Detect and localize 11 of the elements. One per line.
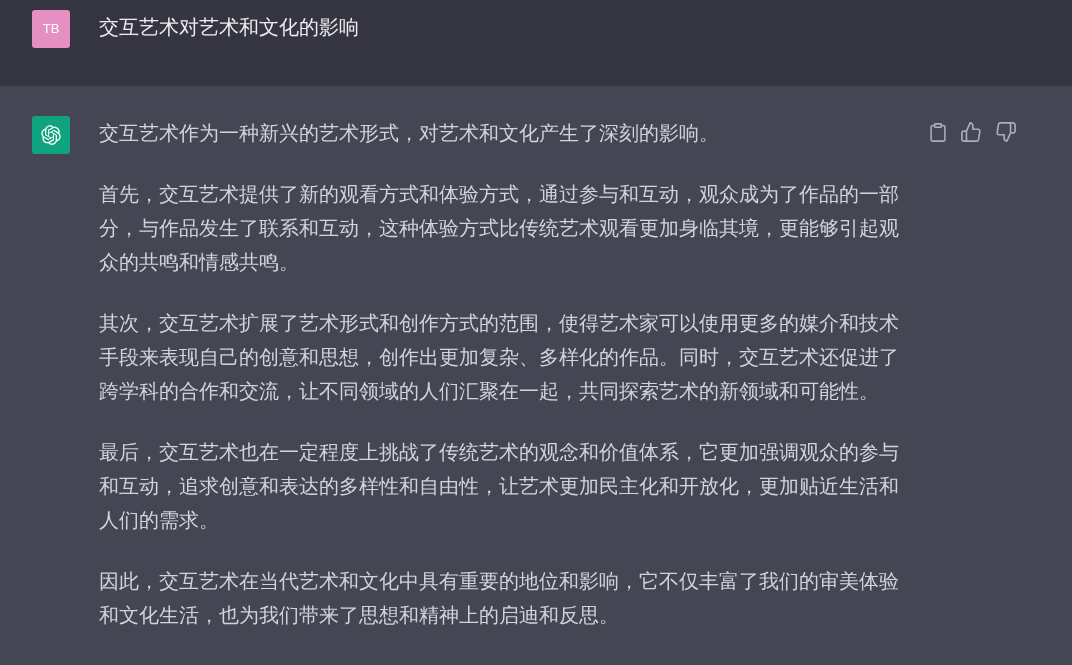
user-message: 交互艺术对艺术和文化的影响 bbox=[99, 14, 359, 41]
message-paragraph: 交互艺术作为一种新兴的艺术形式，对艺术和文化产生了深刻的影响。 bbox=[99, 120, 720, 147]
logo-icon bbox=[32, 116, 70, 154]
message-paragraph: 其次，交互艺术扩展了艺术形式和创作方式的范围，使得艺术家可以使用更多的媒介和技术手段来表现自己的创意和思想，创作出更加复杂、多样化的作品。同时，交互艺术还促进了跨学科的合作和交流，让不同领域的人们汇聚在一起，共同探索艺术的新领域和可能性。 bbox=[99, 310, 900, 405]
message-paragraph: 因此，交互艺术在当代艺术和文化中具有重要的地位和影响，它不仅丰富了我们的审美体验和文化生活，也为我们带来了思想和精神上的启迪和反思。 bbox=[99, 568, 900, 629]
user-avatar: TB bbox=[32, 10, 70, 48]
thumbs-down-icon[interactable] bbox=[996, 122, 1016, 142]
message-paragraph: 最后，交互艺术也在一定程度上挑战了传统艺术的观念和价值体系，它更加强调观众的参与和互动，追求创意和表达的多样性和自由性，让艺术更加民主化和开放化，更加贴近生活和人们的需求。 bbox=[99, 439, 900, 534]
thumbs-up-icon[interactable] bbox=[961, 122, 981, 142]
clipboard-icon[interactable] bbox=[930, 122, 946, 142]
message-paragraph: 首先，交互艺术提供了新的观看方式和体验方式，通过参与和互动，观众成为了作品的一部分，与作品发生了联系和互动，这种体验方式比传统艺术观看更加身临其境，更能够引起观众的共鸣和情感共鸣。 bbox=[99, 181, 900, 276]
